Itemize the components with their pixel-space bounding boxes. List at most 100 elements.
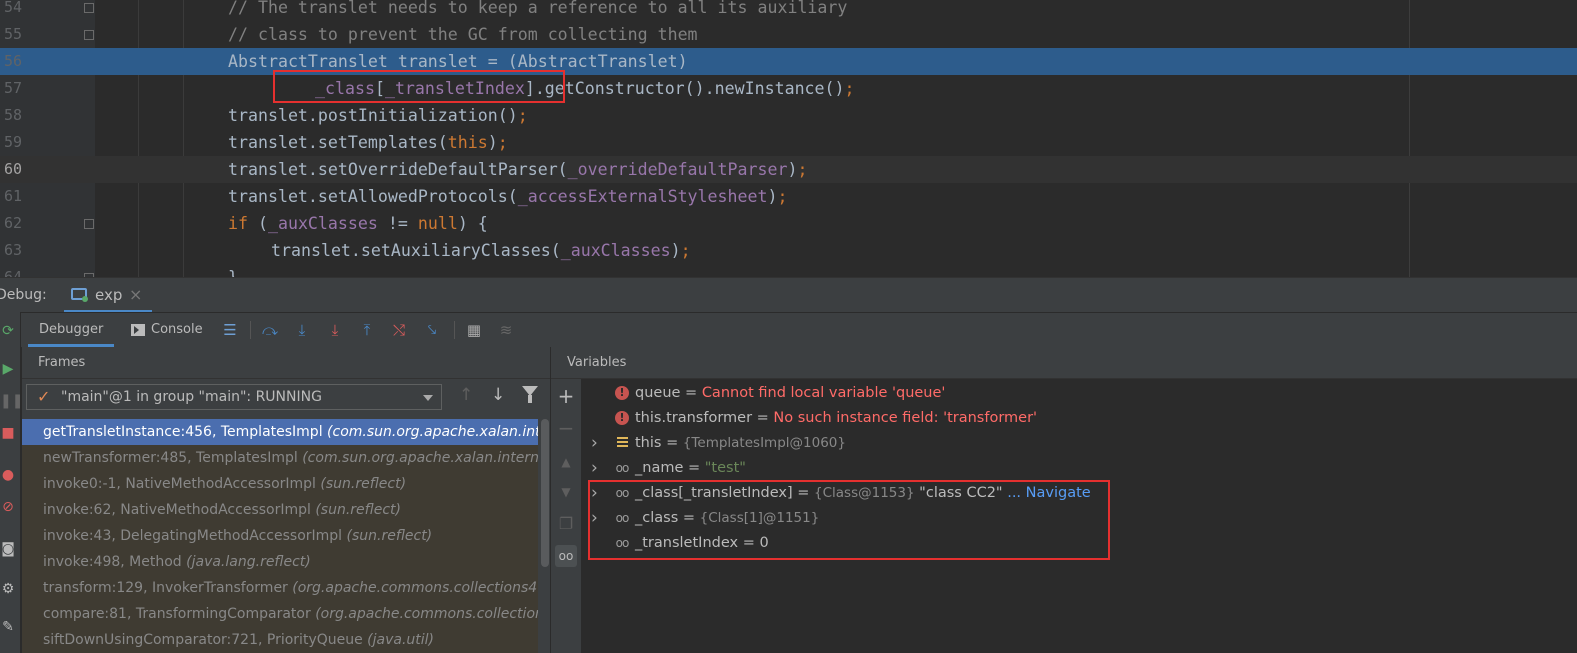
fold-marker-icon[interactable] bbox=[84, 219, 94, 229]
line-number: 60 bbox=[3, 160, 22, 178]
highlight-box-variables bbox=[588, 480, 1110, 560]
code-token: if bbox=[228, 214, 248, 233]
equals-sign: = bbox=[683, 460, 705, 476]
show-watches-icon[interactable]: oo bbox=[555, 545, 577, 567]
code-line[interactable]: 59 translet.setTemplates(this); bbox=[0, 129, 1577, 156]
code-line[interactable]: 55 // class to prevent the GC from collec… bbox=[0, 21, 1577, 48]
code-editor[interactable]: 54 // The translet needs to keep a refere… bbox=[0, 0, 1577, 277]
frame-item[interactable]: newTransformer:485, TemplatesImpl (com.s… bbox=[22, 445, 538, 471]
code-token: // class to prevent the GC from collecti… bbox=[228, 25, 698, 44]
code-token: ) bbox=[670, 241, 681, 260]
frame-package: (org.apache.commons.collections4.functor… bbox=[292, 580, 538, 596]
frames-scrollbar-thumb[interactable] bbox=[541, 419, 549, 567]
step-over-icon[interactable]: ⤓ bbox=[292, 320, 312, 340]
tab-debugger[interactable]: Debugger bbox=[28, 313, 115, 347]
fold-marker-icon[interactable] bbox=[84, 30, 94, 40]
thread-selector[interactable]: ✓ "main"@1 in group "main": RUNNING bbox=[26, 384, 442, 410]
previous-frame-icon[interactable]: ↑ bbox=[459, 385, 473, 405]
remove-watch-icon[interactable]: − bbox=[555, 417, 577, 439]
close-icon[interactable]: × bbox=[129, 278, 142, 312]
pin-icon[interactable]: ✎ bbox=[0, 618, 16, 636]
code-line[interactable]: 58 translet.postInitialization(); bbox=[0, 102, 1577, 129]
session-tab-exp[interactable]: exp bbox=[95, 278, 122, 312]
variable-type: {TemplatesImpl@1060} bbox=[682, 435, 846, 451]
trace-icon[interactable]: ≋ bbox=[496, 320, 516, 340]
variable-name: this bbox=[635, 435, 662, 451]
pause-icon[interactable]: ❚❚ bbox=[0, 392, 23, 410]
frame-package: (sun.reflect) bbox=[315, 502, 401, 518]
code-token: // The translet needs to keep a referenc… bbox=[228, 0, 848, 17]
code-line[interactable]: 64} bbox=[0, 264, 1577, 277]
add-watch-icon[interactable]: + bbox=[555, 385, 577, 407]
code-token: ; bbox=[844, 79, 855, 98]
variables-panel: Variables ! queue = Cannot find local var… bbox=[551, 347, 1577, 653]
frame-item[interactable]: transform:129, InvokerTransformer (org.a… bbox=[22, 575, 538, 601]
expand-chevron-icon[interactable]: › bbox=[591, 431, 603, 456]
code-token: _accessExternalStylesheet bbox=[517, 187, 768, 206]
mute-breakpoints-icon[interactable]: ⊘ bbox=[0, 498, 16, 516]
code-line[interactable]: 62 if (_auxClasses != null) { bbox=[0, 210, 1577, 237]
tab-console[interactable]: Console bbox=[131, 313, 203, 347]
run-to-cursor-icon[interactable]: ⤥ bbox=[422, 320, 442, 340]
frame-method: newTransformer:485, TemplatesImpl bbox=[43, 450, 303, 466]
frame-item[interactable]: invoke:498, Method (java.lang.reflect) bbox=[22, 549, 538, 575]
line-number: 64 bbox=[3, 268, 22, 277]
show-execution-point-icon[interactable]: ⤼ bbox=[260, 320, 280, 340]
frame-method: invoke:43, DelegatingMethodAccessorImpl bbox=[43, 528, 347, 544]
step-into-icon[interactable]: ⤓ bbox=[325, 320, 345, 340]
frame-package: (com.sun.org.apache.xalan.internal.xsltc… bbox=[327, 424, 538, 440]
frame-package: (org.apache.commons.collections4.compara… bbox=[315, 606, 538, 622]
code-line[interactable]: 61 translet.setAllowedProtocols(_accessEx… bbox=[0, 183, 1577, 210]
variable-error: No such instance field: 'transformer' bbox=[773, 410, 1038, 426]
fold-marker-icon[interactable] bbox=[84, 3, 94, 13]
equals-sign: = bbox=[752, 410, 774, 426]
frame-item[interactable]: invoke0:-1, NativeMethodAccessorImpl (su… bbox=[22, 471, 538, 497]
code-token: this bbox=[447, 133, 488, 152]
code-line[interactable]: 54 // The translet needs to keep a refere… bbox=[0, 0, 1577, 21]
move-up-icon[interactable]: ▲ bbox=[555, 451, 577, 473]
frame-item[interactable]: invoke:43, DelegatingMethodAccessorImpl … bbox=[22, 523, 538, 549]
code-token: ; bbox=[680, 241, 691, 260]
view-breakpoints-icon[interactable]: ● bbox=[0, 466, 16, 484]
thread-selector-row: ✓ "main"@1 in group "main": RUNNING ↑ ↓ bbox=[22, 380, 550, 416]
frames-scrollbar[interactable] bbox=[539, 419, 550, 653]
gear-icon[interactable]: ⚙ bbox=[0, 580, 16, 598]
frame-method: invoke:498, Method bbox=[43, 554, 187, 570]
code-line[interactable]: 60 translet.setOverrideDefaultParser(_ove… bbox=[0, 156, 1577, 183]
frame-item[interactable]: invoke:62, NativeMethodAccessorImpl (sun… bbox=[22, 497, 538, 523]
expand-chevron-icon[interactable]: › bbox=[591, 456, 603, 481]
variable-text: queue = Cannot find local variable 'queu… bbox=[635, 381, 945, 406]
frame-item[interactable]: compare:81, TransformingComparator (org.… bbox=[22, 601, 538, 627]
code-text: translet.setAuxiliaryClasses(_auxClasses… bbox=[271, 237, 691, 264]
step-out-icon[interactable]: ⤒ bbox=[357, 320, 377, 340]
code-line[interactable]: 63 translet.setAuxiliaryClasses(_auxClass… bbox=[0, 237, 1577, 264]
variable-text: this.transformer = No such instance fiel… bbox=[635, 406, 1037, 431]
frame-package: (com.sun.org.apache.xalan.internal.xsltc… bbox=[302, 450, 538, 466]
variable-text: this = {TemplatesImpl@1060} bbox=[635, 431, 846, 456]
variable-value: "test" bbox=[704, 460, 746, 476]
variable-text: _name = "test" bbox=[635, 456, 746, 481]
line-number: 57 bbox=[3, 79, 22, 97]
resume-icon[interactable]: ▶ bbox=[0, 360, 16, 378]
rerun-icon[interactable]: ⟳ bbox=[0, 322, 16, 340]
code-line[interactable]: 57 _class[_transletIndex].getConstructor(… bbox=[0, 75, 1577, 102]
camera-icon[interactable]: ◙ bbox=[0, 540, 16, 558]
frame-item[interactable]: getTransletInstance:456, TemplatesImpl (… bbox=[22, 419, 538, 445]
layout-icon[interactable]: ☰ bbox=[220, 320, 240, 340]
next-frame-icon[interactable]: ↓ bbox=[491, 385, 505, 405]
code-token: ; bbox=[797, 160, 808, 179]
stop-icon[interactable]: ■ bbox=[0, 424, 16, 442]
copy-icon[interactable]: ❐ bbox=[555, 513, 577, 535]
move-down-icon[interactable]: ▼ bbox=[555, 481, 577, 503]
variable-name: _name bbox=[635, 460, 684, 476]
drop-frame-icon[interactable]: ⤭ bbox=[389, 320, 409, 340]
code-token: } bbox=[228, 268, 238, 277]
code-line[interactable]: 56 AbstractTranslet translet = (AbstractT… bbox=[0, 48, 1577, 75]
code-token: ].getConstructor().newInstance() bbox=[524, 79, 845, 98]
debugger-toolbar: Debugger Console ☰ ⤼ ⤓ ⤓ ⤒ ⤭ ⤥ ▦ ≋ bbox=[0, 312, 1577, 348]
tab-debugger-label: Debugger bbox=[39, 322, 104, 337]
evaluate-expression-icon[interactable]: ▦ bbox=[464, 320, 484, 340]
line-number: 58 bbox=[3, 106, 22, 124]
code-token: _auxClasses bbox=[267, 214, 378, 233]
frame-item[interactable]: siftDownUsingComparator:721, PriorityQue… bbox=[22, 627, 538, 653]
